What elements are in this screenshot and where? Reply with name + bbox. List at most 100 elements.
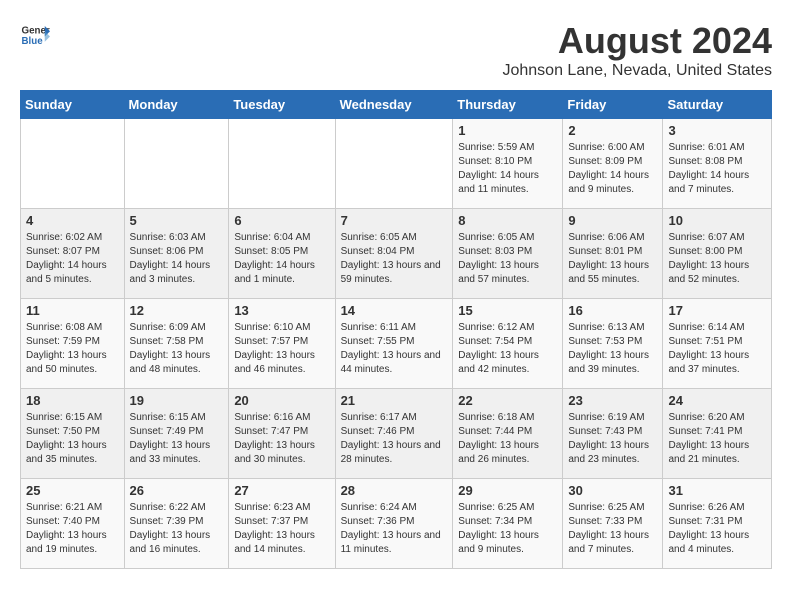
calendar-day-cell: 27 Sunrise: 6:23 AMSunset: 7:37 PMDayligh… [229,479,335,569]
calendar-day-cell: 4 Sunrise: 6:02 AMSunset: 8:07 PMDaylight… [21,209,125,299]
calendar-day-cell: 7Sunrise: 6:05 AMSunset: 8:04 PMDaylight… [335,209,453,299]
calendar-day-cell: 1 Sunrise: 5:59 AMSunset: 8:10 PMDaylight… [453,119,563,209]
day-info: Sunrise: 6:25 AMSunset: 7:33 PMDaylight:… [568,501,657,557]
calendar-day-cell: 28Sunrise: 6:24 AMSunset: 7:36 PMDayligh… [335,479,453,569]
day-number: 30 [568,483,657,498]
day-info: Sunrise: 6:23 AMSunset: 7:37 PMDaylight:… [234,501,329,557]
day-number: 22 [458,393,557,408]
day-number: 31 [668,483,766,498]
day-number: 1 [458,123,557,138]
day-info: Sunrise: 6:13 AMSunset: 7:53 PMDaylight:… [568,321,657,377]
day-number: 20 [234,393,329,408]
day-number: 13 [234,303,329,318]
day-info: Sunrise: 6:20 AMSunset: 7:41 PMDaylight:… [668,411,766,467]
page-title: August 2024 [502,20,772,62]
day-number: 25 [26,483,119,498]
day-number: 12 [130,303,224,318]
page-subtitle: Johnson Lane, Nevada, United States [502,62,772,80]
day-info: Sunrise: 6:02 AMSunset: 8:07 PMDaylight:… [26,231,119,287]
day-number: 11 [26,303,119,318]
day-info: Sunrise: 6:12 AMSunset: 7:54 PMDaylight:… [458,321,557,377]
calendar-day-cell: 3 Sunrise: 6:01 AMSunset: 8:08 PMDaylight… [663,119,772,209]
calendar-day-cell: 11 Sunrise: 6:08 AMSunset: 7:59 PMDayligh… [21,299,125,389]
day-info: Sunrise: 6:00 AMSunset: 8:09 PMDaylight:… [568,141,657,197]
day-number: 24 [668,393,766,408]
day-number: 19 [130,393,224,408]
day-number: 26 [130,483,224,498]
day-info: Sunrise: 6:07 AMSunset: 8:00 PMDaylight:… [668,231,766,287]
header-saturday: Saturday [663,91,772,119]
calendar-day-cell: 21Sunrise: 6:17 AMSunset: 7:46 PMDayligh… [335,389,453,479]
calendar-day-cell: 17Sunrise: 6:14 AMSunset: 7:51 PMDayligh… [663,299,772,389]
calendar-day-cell: 12 Sunrise: 6:09 AMSunset: 7:58 PMDayligh… [124,299,229,389]
day-number: 27 [234,483,329,498]
header-monday: Monday [124,91,229,119]
day-number: 28 [341,483,448,498]
header-tuesday: Tuesday [229,91,335,119]
calendar-week-row: 1 Sunrise: 5:59 AMSunset: 8:10 PMDaylight… [21,119,772,209]
day-number: 15 [458,303,557,318]
day-info: Sunrise: 6:21 AMSunset: 7:40 PMDaylight:… [26,501,119,557]
calendar-week-row: 4 Sunrise: 6:02 AMSunset: 8:07 PMDaylight… [21,209,772,299]
day-info: Sunrise: 6:25 AMSunset: 7:34 PMDaylight:… [458,501,557,557]
calendar-day-cell: 31 Sunrise: 6:26 AMSunset: 7:31 PMDayligh… [663,479,772,569]
day-number: 21 [341,393,448,408]
logo-icon: General Blue [20,20,50,50]
calendar-day-cell: 16 Sunrise: 6:13 AMSunset: 7:53 PMDayligh… [563,299,663,389]
calendar-day-cell: 19 Sunrise: 6:15 AMSunset: 7:49 PMDayligh… [124,389,229,479]
calendar-day-cell: 24 Sunrise: 6:20 AMSunset: 7:41 PMDayligh… [663,389,772,479]
day-info: Sunrise: 6:08 AMSunset: 7:59 PMDaylight:… [26,321,119,377]
header-wednesday: Wednesday [335,91,453,119]
day-number: 4 [26,213,119,228]
day-number: 16 [568,303,657,318]
day-number: 29 [458,483,557,498]
day-info: Sunrise: 6:01 AMSunset: 8:08 PMDaylight:… [668,141,766,197]
calendar-day-cell: 6 Sunrise: 6:04 AMSunset: 8:05 PMDaylight… [229,209,335,299]
header-friday: Friday [563,91,663,119]
day-info: Sunrise: 6:22 AMSunset: 7:39 PMDaylight:… [130,501,224,557]
calendar-week-row: 25 Sunrise: 6:21 AMSunset: 7:40 PMDayligh… [21,479,772,569]
calendar-day-cell: 2 Sunrise: 6:00 AMSunset: 8:09 PMDaylight… [563,119,663,209]
calendar-day-cell: 23 Sunrise: 6:19 AMSunset: 7:43 PMDayligh… [563,389,663,479]
day-number: 6 [234,213,329,228]
calendar-day-cell: 26 Sunrise: 6:22 AMSunset: 7:39 PMDayligh… [124,479,229,569]
day-number: 10 [668,213,766,228]
day-info: Sunrise: 6:15 AMSunset: 7:49 PMDaylight:… [130,411,224,467]
day-info: Sunrise: 6:09 AMSunset: 7:58 PMDaylight:… [130,321,224,377]
day-number: 14 [341,303,448,318]
logo: General Blue [20,20,50,50]
day-number: 9 [568,213,657,228]
calendar-day-cell: 25 Sunrise: 6:21 AMSunset: 7:40 PMDayligh… [21,479,125,569]
day-info: Sunrise: 6:26 AMSunset: 7:31 PMDaylight:… [668,501,766,557]
day-info: Sunrise: 6:03 AMSunset: 8:06 PMDaylight:… [130,231,224,287]
day-number: 5 [130,213,224,228]
day-number: 7 [341,213,448,228]
calendar-header-row: Sunday Monday Tuesday Wednesday Thursday… [21,91,772,119]
day-number: 8 [458,213,557,228]
calendar-week-row: 11 Sunrise: 6:08 AMSunset: 7:59 PMDayligh… [21,299,772,389]
calendar-day-cell: 8 Sunrise: 6:05 AMSunset: 8:03 PMDaylight… [453,209,563,299]
calendar-day-cell: 13 Sunrise: 6:10 AMSunset: 7:57 PMDayligh… [229,299,335,389]
calendar-day-cell: 30 Sunrise: 6:25 AMSunset: 7:33 PMDayligh… [563,479,663,569]
header-sunday: Sunday [21,91,125,119]
calendar-week-row: 18Sunrise: 6:15 AMSunset: 7:50 PMDayligh… [21,389,772,479]
day-info: Sunrise: 6:10 AMSunset: 7:57 PMDaylight:… [234,321,329,377]
page-header: General Blue August 2024 Johnson Lane, N… [20,20,772,80]
calendar-day-cell: 29 Sunrise: 6:25 AMSunset: 7:34 PMDayligh… [453,479,563,569]
day-info: Sunrise: 6:19 AMSunset: 7:43 PMDaylight:… [568,411,657,467]
day-number: 23 [568,393,657,408]
calendar-table: Sunday Monday Tuesday Wednesday Thursday… [20,90,772,569]
calendar-day-cell [335,119,453,209]
day-info: Sunrise: 5:59 AMSunset: 8:10 PMDaylight:… [458,141,557,197]
day-number: 3 [668,123,766,138]
day-info: Sunrise: 6:05 AMSunset: 8:03 PMDaylight:… [458,231,557,287]
day-number: 17 [668,303,766,318]
calendar-day-cell [124,119,229,209]
day-number: 2 [568,123,657,138]
calendar-day-cell: 5 Sunrise: 6:03 AMSunset: 8:06 PMDaylight… [124,209,229,299]
day-info: Sunrise: 6:04 AMSunset: 8:05 PMDaylight:… [234,231,329,287]
calendar-day-cell: 14Sunrise: 6:11 AMSunset: 7:55 PMDayligh… [335,299,453,389]
day-number: 18 [26,393,119,408]
calendar-day-cell: 10 Sunrise: 6:07 AMSunset: 8:00 PMDayligh… [663,209,772,299]
header-thursday: Thursday [453,91,563,119]
